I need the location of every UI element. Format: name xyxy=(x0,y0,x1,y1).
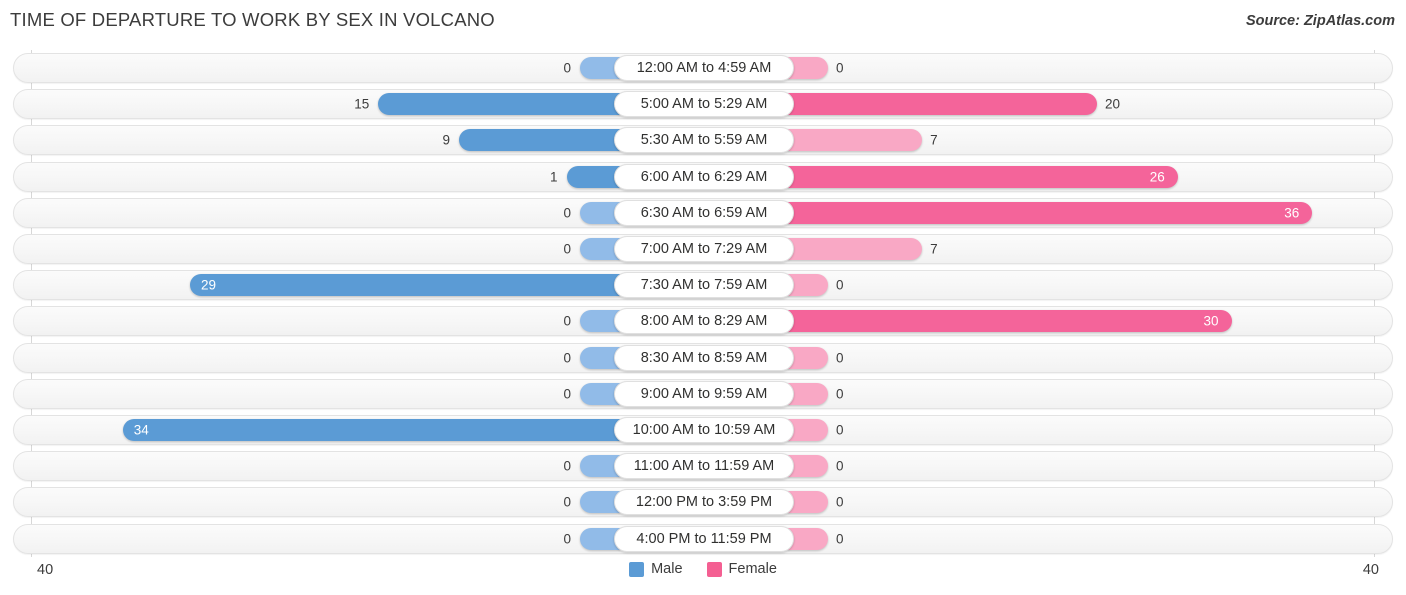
category-label: 4:00 PM to 11:59 PM xyxy=(614,525,794,552)
bar-value-female: 30 xyxy=(1203,313,1219,329)
bar-female xyxy=(788,129,923,152)
category-label: 10:00 AM to 10:59 AM xyxy=(614,417,794,443)
chart-row: 34 0 10:00 AM to 10:59 AM xyxy=(13,415,1393,445)
axis-max-label-right: 40 xyxy=(1362,562,1379,578)
chart-row: 0 0 12:00 PM to 3:59 PM xyxy=(13,487,1393,518)
legend-label: Male xyxy=(651,561,683,577)
chart-row: 0 7 7:00 AM to 7:29 AM xyxy=(13,234,1393,264)
bar-value-male: 0 xyxy=(563,458,571,474)
bar-value-male: 9 xyxy=(442,132,450,148)
bar-value-male: 0 xyxy=(563,60,571,76)
category-label: 12:00 PM to 3:59 PM xyxy=(614,489,794,516)
bar-female xyxy=(788,310,1232,333)
legend-swatch-icon xyxy=(706,561,722,577)
category-label: 9:00 AM to 9:59 AM xyxy=(614,380,794,407)
bar-male xyxy=(378,93,620,116)
bar-value-male: 0 xyxy=(563,386,571,402)
legend-item-male[interactable]: Male xyxy=(629,561,683,577)
axis-max-label-left: 40 xyxy=(37,562,54,578)
bar-value-female: 0 xyxy=(836,458,844,474)
bar-value-male: 1 xyxy=(550,168,558,184)
chart-row: 0 0 4:00 PM to 11:59 PM xyxy=(13,523,1393,554)
bar-value-male: 29 xyxy=(200,277,216,293)
bar-value-female: 26 xyxy=(1149,168,1165,184)
bar-female xyxy=(788,57,828,79)
bar-value-female: 0 xyxy=(836,277,844,293)
bar-value-male: 34 xyxy=(133,422,149,438)
bar-value-female: 20 xyxy=(1105,96,1121,112)
chart-row: 0 30 8:00 AM to 8:29 AM xyxy=(13,306,1393,337)
bar-female xyxy=(788,93,1097,116)
category-label: 6:00 AM to 6:29 AM xyxy=(614,163,794,190)
chart-row: 15 20 5:00 AM to 5:29 AM xyxy=(13,89,1393,120)
bar-female xyxy=(788,382,828,405)
bar-female xyxy=(788,455,828,478)
bar-value-male: 0 xyxy=(563,494,571,510)
bar-value-female: 0 xyxy=(836,494,844,510)
bar-value-female: 7 xyxy=(930,241,938,257)
chart-row: 29 0 7:30 AM to 7:59 AM xyxy=(13,270,1393,301)
category-label: 8:30 AM to 8:59 AM xyxy=(614,344,794,371)
bar-value-female: 7 xyxy=(930,132,938,148)
legend-swatch-icon xyxy=(629,561,645,577)
chart-plot-area: 0 0 12:00 AM to 4:59 AM 15 20 5:00 AM to 5:29… xyxy=(0,50,1406,557)
chart-row: 1 26 6:00 AM to 6:29 AM xyxy=(13,161,1393,192)
bar-value-female: 0 xyxy=(836,60,844,76)
bar-male xyxy=(189,274,620,297)
bar-female xyxy=(788,274,828,297)
page-title: TIME OF DEPARTURE TO WORK BY SEX IN VOLC… xyxy=(10,9,495,30)
source-label: Source: ZipAtlas.com xyxy=(1245,13,1395,29)
bar-value-male: 0 xyxy=(563,241,571,257)
legend-label: Female xyxy=(728,561,777,577)
bar-male xyxy=(566,165,620,188)
chart-row: 0 0 12:00 AM to 4:59 AM xyxy=(13,53,1393,83)
bar-female xyxy=(788,201,1313,224)
bar-value-female: 0 xyxy=(836,386,844,402)
category-label: 6:30 AM to 6:59 AM xyxy=(614,199,794,226)
chart-row: 0 0 11:00 AM to 11:59 AM xyxy=(13,451,1393,482)
category-label: 7:30 AM to 7:59 AM xyxy=(614,272,794,299)
bar-value-male: 0 xyxy=(563,205,571,221)
bar-female xyxy=(788,419,828,441)
bar-female xyxy=(788,491,828,514)
bar-female xyxy=(788,346,828,369)
bar-value-female: 0 xyxy=(836,530,844,546)
chart-row: 0 0 8:30 AM to 8:59 AM xyxy=(13,342,1393,373)
bar-value-female: 0 xyxy=(836,349,844,365)
category-label: 12:00 AM to 4:59 AM xyxy=(614,55,794,81)
bar-value-female: 36 xyxy=(1284,205,1300,221)
bar-male xyxy=(458,129,620,152)
category-label: 8:00 AM to 8:29 AM xyxy=(614,308,794,335)
category-label: 5:30 AM to 5:59 AM xyxy=(614,127,794,154)
bar-value-male: 0 xyxy=(563,349,571,365)
chart-legend: Male Female xyxy=(0,561,1406,577)
legend-item-female[interactable]: Female xyxy=(706,561,777,577)
bar-value-male: 15 xyxy=(354,96,370,112)
bar-female xyxy=(788,238,923,260)
bar-value-male: 0 xyxy=(563,530,571,546)
bar-value-female: 0 xyxy=(836,422,844,438)
category-label: 11:00 AM to 11:59 AM xyxy=(614,453,794,480)
bar-female xyxy=(788,527,828,550)
category-label: 5:00 AM to 5:29 AM xyxy=(614,91,794,118)
chart-row: 0 36 6:30 AM to 6:59 AM xyxy=(13,197,1393,228)
chart-row: 9 7 5:30 AM to 5:59 AM xyxy=(13,125,1393,156)
bar-female xyxy=(788,165,1178,188)
chart-row: 0 0 9:00 AM to 9:59 AM xyxy=(13,378,1393,409)
bar-male xyxy=(122,419,620,441)
bar-value-male: 0 xyxy=(563,313,571,329)
category-label: 7:00 AM to 7:29 AM xyxy=(614,236,794,262)
chart-page: TIME OF DEPARTURE TO WORK BY SEX IN VOLC… xyxy=(0,0,1406,595)
